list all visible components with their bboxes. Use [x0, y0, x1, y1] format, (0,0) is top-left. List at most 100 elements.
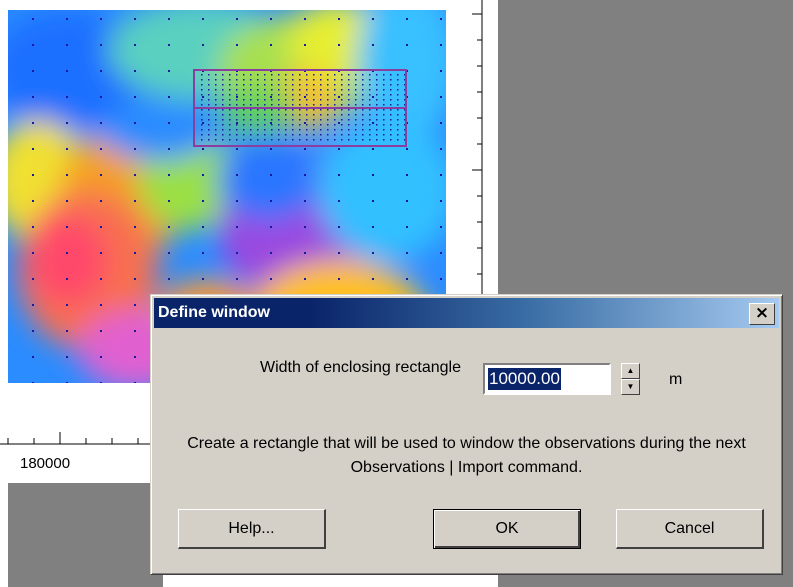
observation-dot — [397, 109, 399, 111]
observation-dot — [250, 129, 252, 131]
observation-dot — [320, 109, 322, 111]
observation-dot — [327, 89, 329, 91]
observation-dot — [32, 278, 34, 280]
width-input-value[interactable]: 10000.00 — [488, 368, 561, 390]
observation-dot — [215, 74, 217, 76]
observation-dot — [390, 99, 392, 101]
observation-dot — [397, 104, 399, 106]
observation-dot — [32, 148, 34, 150]
observation-dot — [285, 79, 287, 81]
observation-dot — [229, 119, 231, 121]
observation-dot — [236, 226, 238, 228]
observation-dot — [372, 44, 374, 46]
observation-dot — [341, 104, 343, 106]
observation-dot — [320, 94, 322, 96]
observation-dot — [229, 89, 231, 91]
observation-dot — [278, 94, 280, 96]
observation-dot — [208, 79, 210, 81]
observation-dot — [202, 226, 204, 228]
observation-dot — [334, 94, 336, 96]
observation-dot — [383, 99, 385, 101]
observation-dot — [168, 174, 170, 176]
observation-dot — [100, 278, 102, 280]
observation-dot — [134, 356, 136, 358]
observation-dot — [285, 84, 287, 86]
observation-dot — [362, 129, 364, 131]
observation-dot — [278, 124, 280, 126]
observation-dot — [66, 96, 68, 98]
observation-dot — [369, 89, 371, 91]
observation-dot — [313, 89, 315, 91]
observation-dot — [292, 104, 294, 106]
observation-dot — [390, 109, 392, 111]
observation-dot — [236, 124, 238, 126]
observation-dot — [134, 330, 136, 332]
observation-dot — [236, 79, 238, 81]
observation-dot — [348, 114, 350, 116]
dialog-titlebar[interactable]: Define window × — [154, 298, 779, 328]
observation-dot — [334, 79, 336, 81]
observation-dot — [383, 74, 385, 76]
observation-dot — [440, 174, 442, 176]
observation-dot — [264, 109, 266, 111]
observation-dot — [236, 134, 238, 136]
observation-dot — [100, 70, 102, 72]
close-icon[interactable]: × — [749, 303, 775, 325]
observation-dot — [32, 70, 34, 72]
observation-dot — [32, 330, 34, 332]
observation-dot — [299, 99, 301, 101]
observation-dot — [270, 18, 272, 20]
observation-dot — [243, 109, 245, 111]
observation-dot — [304, 174, 306, 176]
width-input[interactable]: 10000.00 — [483, 363, 611, 395]
observation-dot — [355, 124, 357, 126]
observation-dot — [406, 148, 408, 150]
observation-dot — [376, 89, 378, 91]
observation-dot — [299, 74, 301, 76]
spin-down-icon[interactable]: ▼ — [621, 379, 640, 395]
help-button[interactable]: Help... — [178, 509, 326, 549]
observation-dot — [202, 174, 204, 176]
spin-up-icon[interactable]: ▲ — [621, 363, 640, 379]
observation-dot — [440, 70, 442, 72]
observation-dot — [285, 119, 287, 121]
observation-dot — [215, 124, 217, 126]
observation-dot — [397, 114, 399, 116]
observation-dot — [215, 104, 217, 106]
observation-dot — [278, 99, 280, 101]
observation-dot — [271, 79, 273, 81]
observation-dot — [383, 124, 385, 126]
observation-dot — [250, 84, 252, 86]
observation-dot — [299, 109, 301, 111]
observation-dot — [348, 139, 350, 141]
observation-dot — [369, 129, 371, 131]
observation-dot — [285, 94, 287, 96]
observation-dot — [306, 134, 308, 136]
observation-dot — [327, 129, 329, 131]
observation-dot — [202, 148, 204, 150]
observation-dot — [376, 84, 378, 86]
width-spinner[interactable]: ▲ ▼ — [621, 363, 640, 395]
observation-dot — [271, 84, 273, 86]
observation-dot — [215, 89, 217, 91]
observation-dot — [334, 114, 336, 116]
observation-dot — [348, 129, 350, 131]
observation-dot — [100, 96, 102, 98]
ok-button[interactable]: OK — [433, 509, 581, 549]
observation-dot — [304, 44, 306, 46]
observation-dot — [270, 44, 272, 46]
observation-dot — [292, 124, 294, 126]
observation-dot — [250, 119, 252, 121]
observation-dot — [250, 74, 252, 76]
observation-dot — [201, 114, 203, 116]
cancel-button[interactable]: Cancel — [616, 509, 764, 549]
observation-dot — [243, 119, 245, 121]
observation-dot — [257, 84, 259, 86]
observation-dot — [222, 99, 224, 101]
observation-dot — [222, 139, 224, 141]
observation-dot — [369, 134, 371, 136]
observation-dot — [243, 74, 245, 76]
observation-dot — [320, 84, 322, 86]
observation-dot — [299, 79, 301, 81]
observation-dot — [229, 134, 231, 136]
